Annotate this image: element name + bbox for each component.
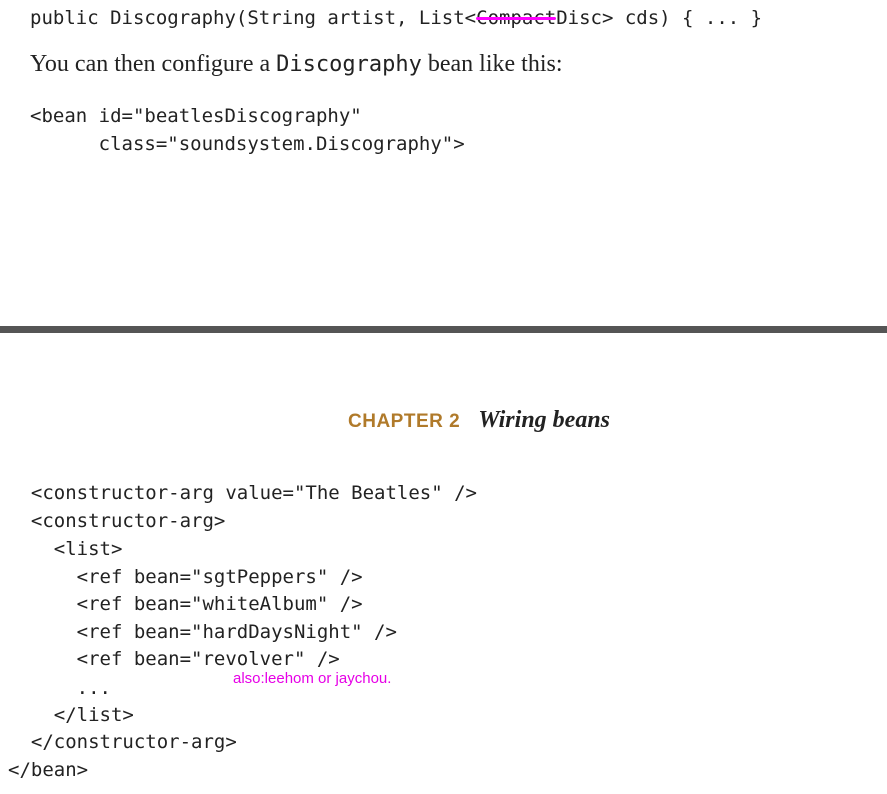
prose-after: bean like this:	[421, 51, 563, 77]
code-line-3: <ref bean="sgtPeppers" />	[8, 566, 363, 588]
page-divider	[0, 326, 887, 333]
chapter-label: CHAPTER 2	[348, 411, 461, 432]
code-line-10: </bean>	[8, 759, 89, 781]
constructor-signature: public Discography(String artist, List<C…	[30, 4, 762, 32]
code-line-top-1: class="soundsystem.Discography">	[30, 133, 465, 155]
code-line-0: <constructor-arg value="The Beatles" />	[8, 482, 477, 504]
code-line-9: </constructor-arg>	[8, 731, 237, 753]
explanatory-sentence: You can then configure a Discography bea…	[30, 48, 563, 81]
signature-suffix: Disc> cds) { ... }	[556, 7, 763, 29]
code-line-top-0: <bean id="beatlesDiscography"	[30, 105, 362, 127]
prose-code: Discography	[276, 52, 422, 77]
prose-before: You can then configure a	[30, 51, 277, 77]
code-line-4: <ref bean="whiteAlbum" />	[8, 593, 363, 615]
handwritten-annotation: also:leehom or jaychou.	[233, 670, 392, 687]
code-line-2: <list>	[8, 538, 123, 560]
struck-out-word: Compact	[476, 4, 556, 32]
code-line-6: <ref bean="revolver" />	[8, 648, 340, 670]
code-line-1: <constructor-arg>	[8, 510, 226, 532]
signature-prefix: public Discography(String artist, List<	[30, 7, 477, 29]
code-line-8: </list>	[8, 704, 134, 726]
chapter-header: CHAPTER 2 Wiring beans	[348, 404, 610, 436]
code-line-5: <ref bean="hardDaysNight" />	[8, 621, 397, 643]
code-line-7: ...	[8, 677, 111, 699]
chapter-title: Wiring beans	[478, 407, 610, 433]
